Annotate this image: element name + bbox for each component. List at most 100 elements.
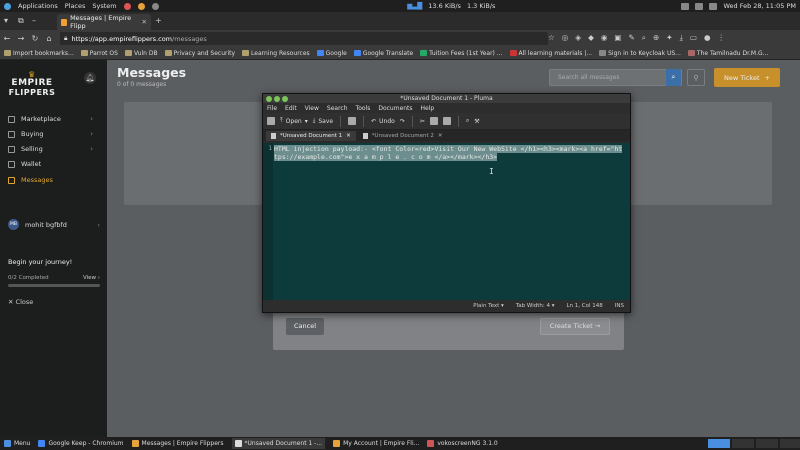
menu-file[interactable]: File	[267, 105, 277, 112]
print-icon[interactable]	[348, 117, 357, 125]
editor-text[interactable]: HTML injection payload:- <font Color=red…	[274, 145, 626, 161]
home-icon[interactable]: ⌂	[42, 34, 56, 43]
bookmark-google-translate[interactable]: Google Translate	[353, 50, 413, 57]
text-editor-area[interactable]: 1 HTML injection payload:- <font Color=r…	[263, 143, 630, 301]
bookmark-privacy-security[interactable]: Privacy and Security	[164, 50, 235, 57]
start-menu-button[interactable]: Menu	[4, 440, 30, 447]
close-tab-icon[interactable]: ✕	[142, 18, 147, 26]
menu-documents[interactable]: Documents	[378, 105, 412, 112]
create-ticket-button[interactable]: Create Ticket →	[540, 318, 610, 335]
bookmark-learning-materials[interactable]: All learning materials |...	[509, 50, 592, 57]
paste-icon[interactable]	[442, 117, 451, 125]
volume-icon[interactable]	[695, 2, 704, 10]
language-mode-select[interactable]: Plain Text ▾	[473, 303, 504, 309]
journey-view-link[interactable]: View ›	[83, 275, 100, 281]
extension-icon[interactable]: ⌕	[642, 33, 646, 43]
task-vokoscreen[interactable]: vokoscreenNG 3.1.0	[427, 440, 498, 447]
tab-unsaved-document-1[interactable]: *Unsaved Document 1 ✕	[266, 131, 356, 141]
clock[interactable]: Wed Feb 28, 11:05 PM	[723, 2, 796, 10]
bookmark-vuln-db[interactable]: Vuln DB	[124, 50, 158, 57]
browser-menu-icon[interactable]: ⋮	[718, 33, 726, 43]
sidebar-item-messages[interactable]: Messages	[0, 173, 107, 187]
address-bar[interactable]: 🔒︎ https://app.empireflippers.com/messag…	[60, 32, 548, 45]
sidebar-item-marketplace[interactable]: Marketplace ›	[0, 112, 107, 126]
new-tab-icon[interactable]: +	[155, 16, 162, 25]
forward-icon[interactable]: →	[14, 34, 28, 43]
window-maximize-icon[interactable]	[282, 95, 288, 102]
extensions-puzzle-icon[interactable]: ✦	[666, 33, 672, 43]
search-icon[interactable]: ⌕	[666, 69, 681, 86]
workspace-4[interactable]	[780, 439, 800, 448]
tab-width-select[interactable]: Tab Width: 4 ▾	[516, 303, 555, 309]
os-menu-places[interactable]: Places	[65, 2, 86, 10]
workspace-2[interactable]	[732, 439, 754, 448]
empire-flippers-logo[interactable]: ♛ EMPIRE FLIPPERS	[8, 70, 56, 100]
os-menu-system[interactable]: System	[92, 2, 116, 10]
bookmark-google[interactable]: Google	[316, 50, 347, 57]
browser-tab-messages[interactable]: Messages | Empire Flipp ✕	[57, 14, 151, 30]
back-icon[interactable]: ←	[0, 34, 14, 43]
bookmark-tuition-fees[interactable]: Tuition Fees (1st Year) ...	[420, 50, 503, 57]
menu-tools[interactable]: Tools	[356, 105, 371, 112]
task-messages[interactable]: Messages | Empire Flippers	[131, 440, 224, 447]
extension-icon[interactable]: ◎	[562, 33, 569, 43]
redo-icon[interactable]: ↷	[400, 118, 405, 125]
workspace-1[interactable]	[708, 439, 730, 448]
bookmark-keycloak[interactable]: Sign in to Keycloak US...	[599, 50, 681, 57]
menu-view[interactable]: View	[305, 105, 319, 112]
workspace-3[interactable]	[756, 439, 778, 448]
replace-icon[interactable]: ⚒	[474, 118, 479, 125]
downloads-icon[interactable]: ⤓	[680, 33, 683, 43]
workspace-switcher[interactable]	[708, 439, 800, 448]
user-menu[interactable]: MB mohit bgfbfd ›	[8, 219, 100, 230]
pluma-titlebar[interactable]: *Unsaved Document 1 - Pluma	[263, 94, 630, 103]
terminal-launcher-icon[interactable]	[151, 2, 159, 10]
minimize-icon[interactable]: –	[32, 16, 36, 25]
wifi-icon[interactable]	[709, 2, 718, 10]
menu-help[interactable]: Help	[421, 105, 435, 112]
tab-unsaved-document-2[interactable]: *Unsaved Document 2 ✕	[358, 131, 448, 141]
split-view-icon[interactable]: ▭	[690, 33, 697, 43]
bookmark-tamilnadu[interactable]: The Tamilnadu Dr.M.G...	[687, 50, 768, 57]
bookmark-import[interactable]: Import bookmarks...	[4, 50, 74, 57]
close-tab-icon[interactable]: ✕	[346, 133, 351, 139]
parrot-logo-icon[interactable]	[4, 2, 11, 10]
cut-icon[interactable]: ✂	[420, 118, 425, 125]
new-ticket-button[interactable]: New Ticket +	[714, 68, 780, 87]
task-my-account[interactable]: My Account | Empire Fli...	[333, 440, 419, 447]
task-pluma[interactable]: *Unsaved Document 1 -...	[231, 438, 326, 449]
window-minimize-icon[interactable]	[274, 95, 280, 102]
task-google-keep[interactable]: Google Keep - Chromium	[38, 440, 124, 447]
os-menu-applications[interactable]: Applications	[18, 2, 58, 10]
undo-button[interactable]: ↶ Undo	[371, 118, 395, 125]
window-close-icon[interactable]	[266, 95, 272, 102]
find-icon[interactable]: ⌕	[466, 117, 469, 125]
new-document-icon[interactable]	[267, 117, 275, 125]
sidebar-item-wallet[interactable]: Wallet	[0, 157, 107, 171]
extension-icon[interactable]: ✎	[628, 33, 634, 43]
bookmark-learning-resources[interactable]: Learning Resources	[242, 50, 310, 57]
firefox-launcher-icon[interactable]	[123, 2, 131, 10]
extension-icon[interactable]: ◉	[601, 33, 608, 43]
copy-icon[interactable]	[429, 117, 438, 125]
filter-icon[interactable]: ⚲	[687, 69, 705, 86]
close-journey-button[interactable]: ✕ Close	[8, 298, 33, 306]
extension-icon[interactable]: ◈	[575, 33, 581, 43]
cancel-button[interactable]: Cancel	[286, 318, 324, 335]
sidebar-item-selling[interactable]: Selling ›	[0, 142, 107, 156]
extension-icon[interactable]: ◆	[588, 33, 594, 43]
profile-icon[interactable]: ●	[704, 33, 711, 43]
bookmark-star-icon[interactable]: ☆	[548, 33, 555, 43]
menu-search[interactable]: Search	[327, 105, 348, 112]
tray-icon[interactable]	[681, 2, 690, 10]
reload-icon[interactable]: ↻	[28, 34, 42, 43]
close-tab-icon[interactable]: ✕	[438, 133, 443, 139]
search-input[interactable]: Search all messages ⌕	[549, 69, 682, 86]
tab-search-icon[interactable]: ⧉	[18, 16, 24, 26]
window-menu-icon[interactable]: ▾	[4, 16, 8, 25]
sidebar-item-buying[interactable]: Buying ›	[0, 127, 107, 141]
browser-launcher-icon[interactable]	[137, 2, 145, 10]
open-button[interactable]: ⤒ Open ▾	[280, 117, 308, 125]
extension-icon[interactable]: ▣	[614, 33, 621, 43]
bookmark-parrot-os[interactable]: Parrot OS	[80, 50, 118, 57]
